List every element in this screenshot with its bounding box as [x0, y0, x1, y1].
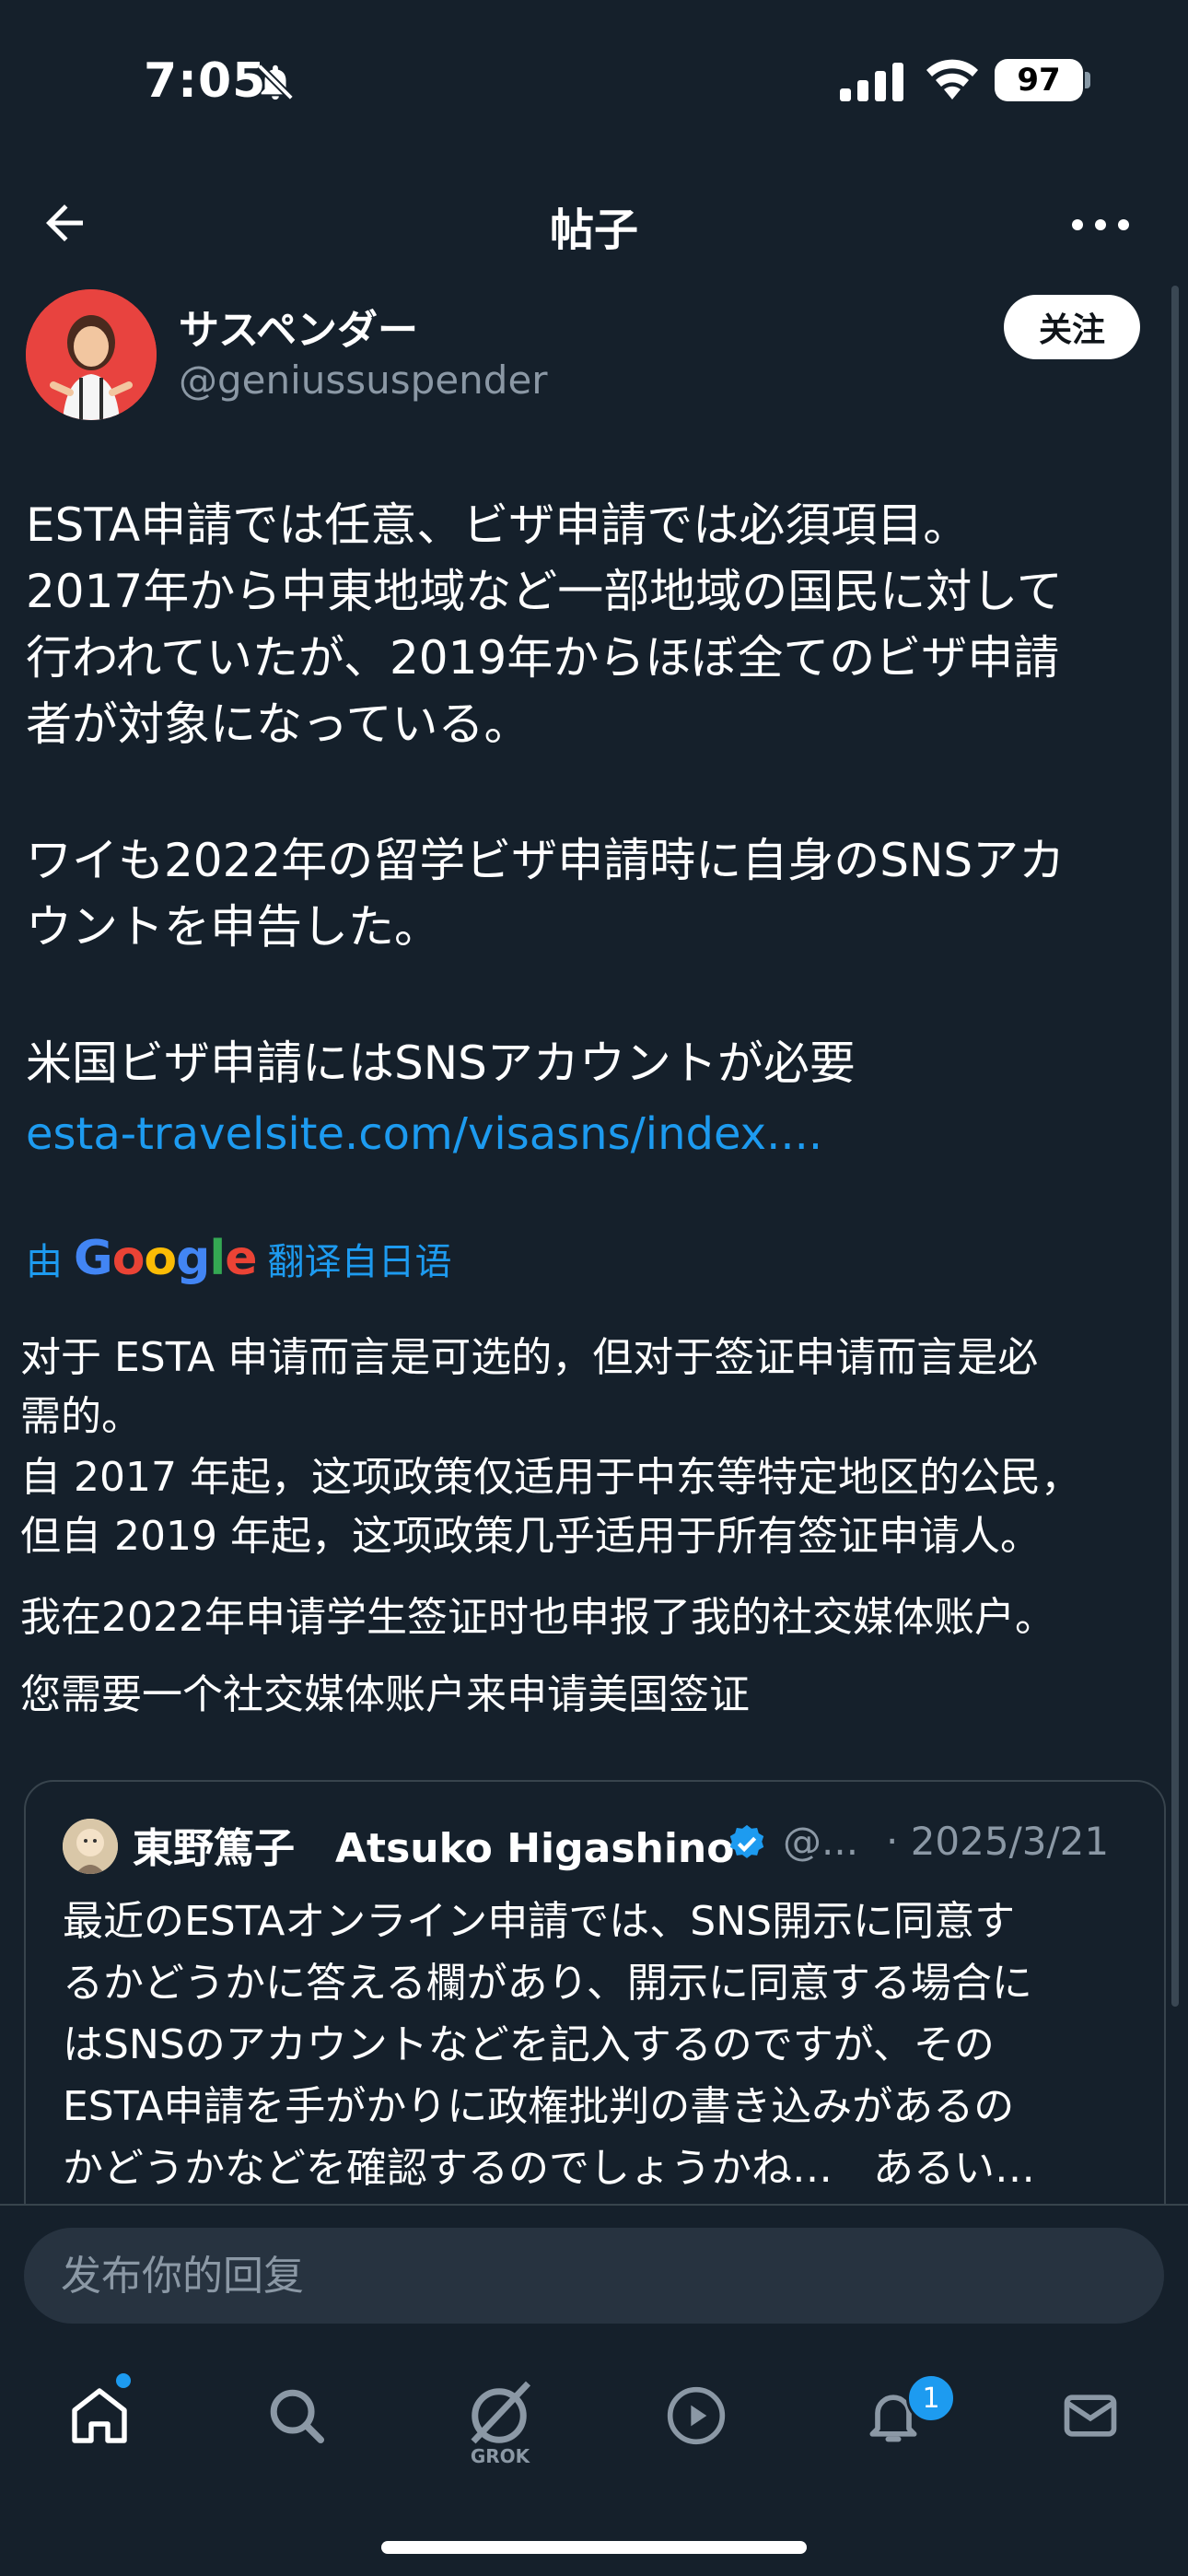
- battery-indicator: 97: [995, 59, 1083, 101]
- post-text-line: ウントを申告した。: [26, 900, 440, 954]
- post-link[interactable]: esta-travelsite.com/visasns/index....: [26, 1102, 822, 1166]
- translated-by-label[interactable]: 由 Google 翻译自日语: [26, 1231, 452, 1286]
- quote-date: · 2025/3/21: [886, 1819, 1110, 1864]
- reply-input[interactable]: [24, 2228, 1164, 2324]
- home-indicator[interactable]: [381, 2541, 807, 2554]
- quote-text-line: ESTA申請を手がかりに政権批判の書き込みがあるの: [63, 2083, 1015, 2130]
- post-text-line: 者が対象になっている。: [26, 697, 530, 751]
- home-notification-dot: [116, 2373, 131, 2388]
- translation-line: 自 2017 年起，这项政策仅适用于中东等特定地区的公民，: [20, 1454, 1081, 1501]
- verified-icon: [726, 1822, 768, 1865]
- translation-line: 需的。: [20, 1393, 142, 1440]
- quote-text-line: はSNSのアカウントなどを記入するのですが、その: [63, 2021, 995, 2068]
- quote-author-handle: @...: [783, 1819, 859, 1864]
- signal-icon: [840, 63, 904, 101]
- translated-suffix: 翻译自日语: [267, 1241, 452, 1283]
- nav-video[interactable]: [650, 2370, 742, 2462]
- quote-text-line: 最近のESTAオンライン申請では、SNS開示に同意す: [63, 1898, 1016, 1945]
- back-button[interactable]: [37, 195, 101, 252]
- quote-text-line: かどうかなどを確認するのでしょうかね… あるい…: [63, 2145, 1035, 2192]
- nav-home[interactable]: [53, 2370, 146, 2462]
- mail-icon: [1064, 2395, 1117, 2437]
- quote-author-name: 東野篤子 Atsuko Higashino: [133, 1825, 735, 1872]
- search-icon: [270, 2389, 325, 2444]
- status-time: 7:05: [144, 53, 267, 109]
- author-handle[interactable]: @geniussuspender: [179, 357, 548, 403]
- follow-button[interactable]: 关注: [1004, 295, 1140, 359]
- wifi-icon: [925, 57, 980, 100]
- translation-line: 我在2022年申请学生签证时也申报了我的社交媒体账户。: [20, 1594, 1055, 1641]
- post-text-line: 行われていたが、2019年からほぼ全てのビザ申請: [26, 631, 1060, 685]
- author-name[interactable]: サスペンダー: [179, 297, 418, 356]
- divider: [0, 2204, 1188, 2206]
- nav-messages[interactable]: [1044, 2370, 1136, 2462]
- avatar[interactable]: [26, 289, 157, 420]
- scrollbar[interactable]: [1171, 286, 1179, 2007]
- quote-avatar: [63, 1819, 118, 1874]
- post-text-line: 2017年から中東地域など一部地域の国民に対して: [26, 565, 1063, 618]
- translation-line: 您需要一个社交媒体账户来申请美国签证: [20, 1671, 750, 1718]
- google-logo: Google: [74, 1231, 258, 1286]
- notification-badge: 1: [906, 2373, 956, 2423]
- post-text-line: ESTA申請では任意、ビザ申請では必須項目。: [26, 498, 970, 552]
- grok-label: GROK: [470, 2445, 530, 2467]
- translation-line: 对于 ESTA 申请而言是可选的，但对于签证申请而言是必: [20, 1334, 1039, 1381]
- post-text-line: 米国ビザ申請にはSNSアカウントが必要: [26, 1036, 856, 1090]
- translated-prefix: 由: [26, 1241, 63, 1283]
- quote-text-line: るかどうかに答える欄があり、開示に同意する場合に: [63, 1960, 1032, 2007]
- bell-off-icon: [254, 61, 297, 103]
- more-icon[interactable]: [1068, 206, 1133, 243]
- grok-icon: [471, 2381, 531, 2444]
- home-icon: [72, 2388, 127, 2443]
- play-icon: [667, 2386, 726, 2445]
- post-text-line: ワイも2022年の留学ビザ申請時に自身のSNSアカ: [26, 834, 1066, 887]
- translation-line: 但自 2019 年起，这项政策几乎适用于所有签证申请人。: [20, 1513, 1041, 1560]
- battery-tip: [1085, 72, 1090, 88]
- page-title: 帖子: [549, 205, 638, 256]
- nav-search[interactable]: [250, 2370, 343, 2462]
- quoted-post[interactable]: 東野篤子 Atsuko Higashino @... · 2025/3/21 最…: [24, 1780, 1166, 2244]
